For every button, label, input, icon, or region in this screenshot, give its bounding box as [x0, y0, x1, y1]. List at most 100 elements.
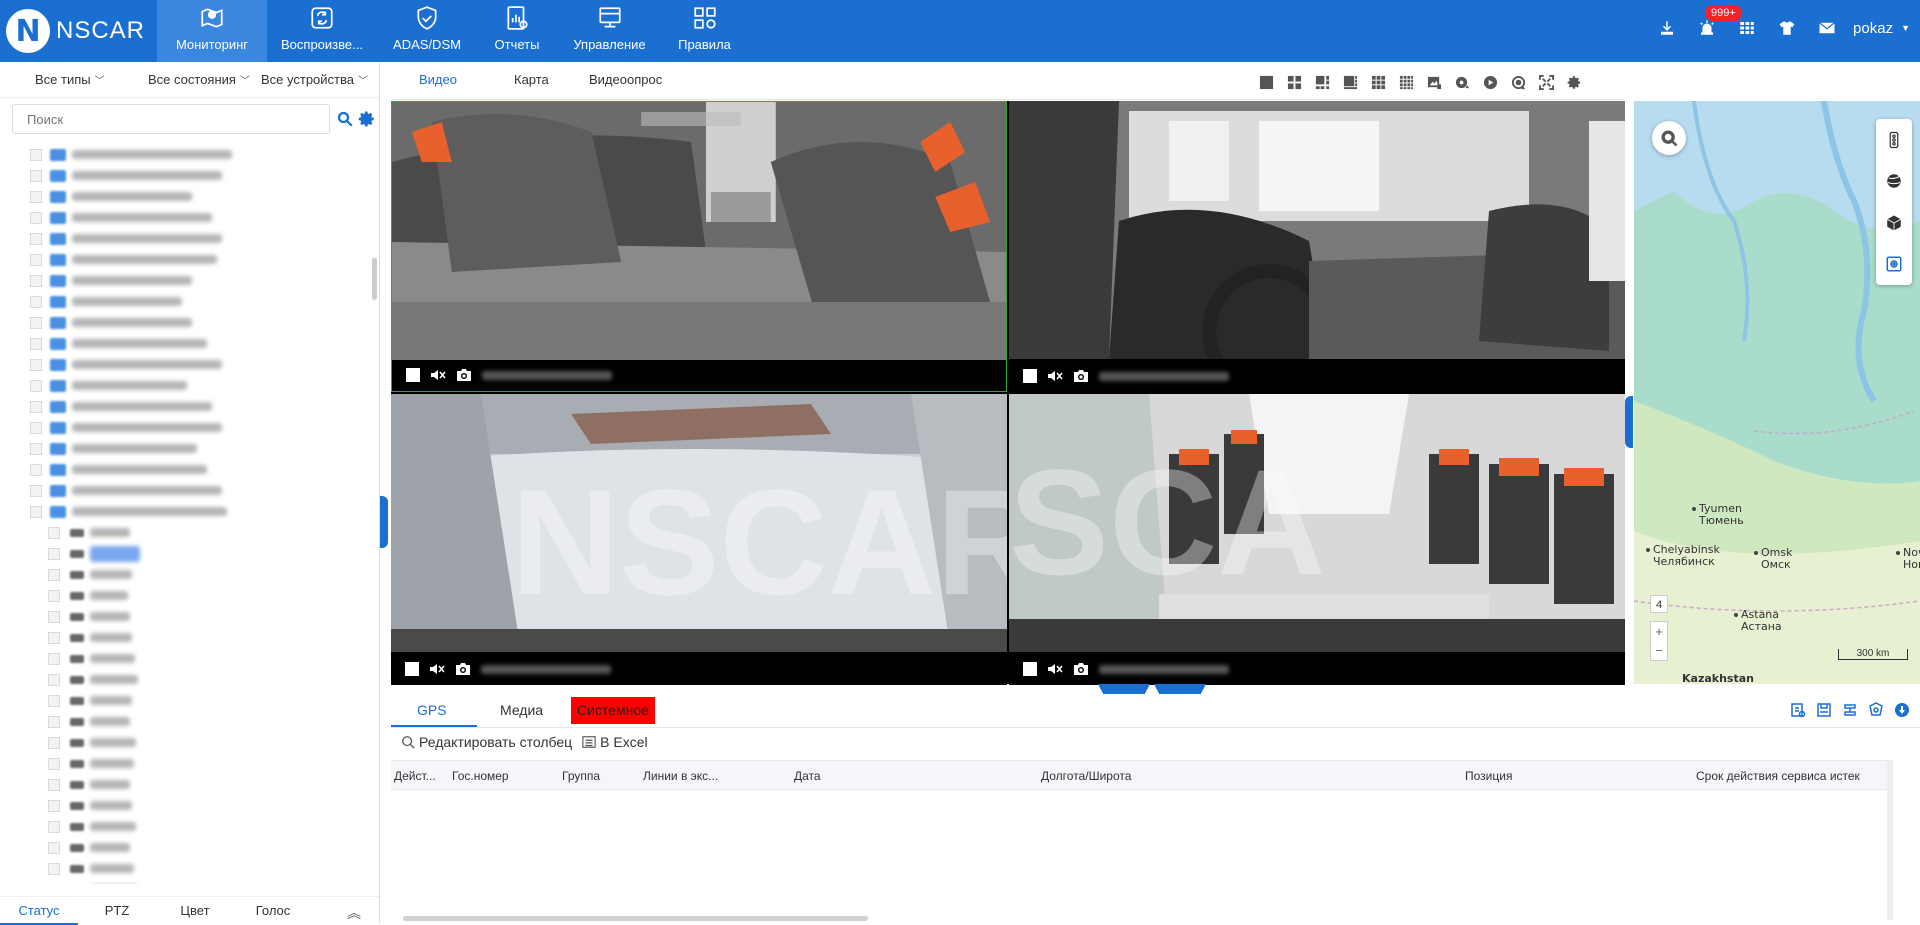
nav-adas[interactable]: ADAS/DSM — [377, 0, 477, 62]
tree-vehicle-row[interactable] — [0, 795, 372, 816]
camera-icon[interactable] — [455, 661, 471, 677]
camera-icon[interactable] — [1073, 368, 1089, 384]
theme-button[interactable] — [1767, 13, 1807, 43]
tree-group-row[interactable] — [0, 417, 372, 438]
tree-vehicle-row[interactable] — [0, 648, 372, 669]
route-icon[interactable] — [1842, 702, 1858, 718]
search-icon[interactable] — [336, 110, 354, 128]
save-icon[interactable] — [1816, 702, 1832, 718]
tab-video[interactable]: Видео — [419, 72, 457, 87]
column-header[interactable]: Дата — [794, 769, 821, 783]
tree-group-row[interactable] — [0, 312, 372, 333]
tab-color[interactable]: Цвет — [156, 897, 234, 925]
video-cell-1[interactable] — [391, 101, 1007, 392]
tree-scrollbar[interactable] — [372, 258, 377, 300]
tree-group-row[interactable] — [0, 333, 372, 354]
edit-columns-button[interactable]: Редактировать столбец — [401, 734, 572, 750]
map-search-button[interactable] — [1652, 121, 1686, 155]
tree-group-row[interactable] — [0, 375, 372, 396]
video-cell-3[interactable]: NSCAR — [391, 394, 1007, 685]
collapse-left-handle[interactable] — [380, 496, 388, 548]
mute-icon[interactable] — [429, 661, 445, 677]
tree-group-row[interactable] — [0, 501, 372, 522]
mail-button[interactable] — [1807, 13, 1847, 43]
table-horizontal-scrollbar[interactable] — [403, 916, 868, 921]
column-header[interactable]: Долгота/Широта — [1041, 769, 1131, 783]
tree-group-row[interactable] — [0, 165, 372, 186]
camera-icon[interactable] — [456, 367, 472, 383]
tab-video-poll[interactable]: Видеоопрос — [589, 72, 662, 87]
mute-icon[interactable] — [430, 367, 446, 383]
tree-vehicle-row[interactable] — [0, 543, 372, 564]
camera-icon[interactable] — [1073, 661, 1089, 677]
device-filter[interactable]: Все устройства ﹀ — [261, 72, 374, 87]
tree-vehicle-row[interactable] — [0, 732, 372, 753]
tree-vehicle-row[interactable] — [0, 711, 372, 732]
tree-vehicle-row[interactable] — [0, 753, 372, 774]
state-filter[interactable]: Все состояния ﹀ — [148, 72, 261, 87]
select-checkbox[interactable] — [1023, 662, 1037, 676]
nav-management[interactable]: Управление — [557, 0, 662, 62]
tab-map[interactable]: Карта — [514, 72, 549, 87]
tree-vehicle-row[interactable] — [0, 774, 372, 795]
stop-record-icon[interactable] — [1508, 72, 1528, 92]
globe-icon[interactable] — [1885, 172, 1903, 190]
column-header[interactable]: Позиция — [1465, 769, 1512, 783]
tree-group-row[interactable] — [0, 144, 372, 165]
zoom-in-button[interactable]: + — [1651, 622, 1667, 641]
mute-icon[interactable] — [1047, 661, 1063, 677]
download-button[interactable] — [1647, 13, 1687, 43]
export-excel-button[interactable]: В Excel — [582, 734, 648, 750]
tree-group-row[interactable] — [0, 438, 372, 459]
expand-up-button[interactable] — [1098, 684, 1150, 694]
select-checkbox[interactable] — [406, 368, 420, 382]
tab-gps[interactable]: GPS — [411, 697, 453, 724]
tree-vehicle-row[interactable] — [0, 606, 372, 627]
select-checkbox[interactable] — [1023, 369, 1037, 383]
zoom-out-button[interactable]: − — [1651, 641, 1667, 660]
tree-group-row[interactable] — [0, 480, 372, 501]
download-circle-icon[interactable] — [1894, 702, 1910, 718]
column-header[interactable]: Линии в экс... — [643, 769, 718, 783]
tree-group-row[interactable] — [0, 249, 372, 270]
collapse-down-button[interactable] — [1154, 684, 1206, 694]
tree-vehicle-row[interactable] — [0, 627, 372, 648]
column-header[interactable]: Гос.номер — [452, 769, 509, 783]
mute-icon[interactable] — [1047, 368, 1063, 384]
tree-group-row[interactable] — [0, 354, 372, 375]
tree-vehicle-row[interactable] — [0, 669, 372, 690]
tree-group-row[interactable] — [0, 186, 372, 207]
nav-playback[interactable]: Воспроизве... — [267, 0, 377, 62]
collapse-right-handle[interactable] — [1625, 396, 1633, 448]
tab-ptz[interactable]: PTZ — [78, 897, 156, 925]
nav-rules[interactable]: Правила — [662, 0, 747, 62]
layout-6-icon[interactable] — [1312, 72, 1332, 92]
select-checkbox[interactable] — [405, 662, 419, 676]
tree-vehicle-row[interactable] — [0, 690, 372, 711]
tree-group-row[interactable] — [0, 207, 372, 228]
video-cell-4[interactable]: SCA — [1009, 394, 1625, 685]
tree-vehicle-row[interactable] — [0, 585, 372, 606]
panel-split-handle[interactable] — [1098, 684, 1208, 694]
map-report-icon[interactable] — [1790, 702, 1806, 718]
tree-group-row[interactable] — [0, 459, 372, 480]
table-vertical-scrollbar[interactable] — [1887, 760, 1893, 920]
tree-vehicle-row[interactable] — [0, 816, 372, 837]
map-panel[interactable]: Tyumen Тюмень Chelyabinsk Челябинск Omsk… — [1634, 101, 1920, 684]
fullscreen-icon[interactable] — [1536, 72, 1556, 92]
user-menu[interactable]: pokaz ▼ — [1853, 20, 1910, 37]
tree-group-row[interactable] — [0, 291, 372, 312]
layout-8-icon[interactable] — [1340, 72, 1360, 92]
video-cell-2[interactable] — [1009, 101, 1625, 392]
layout-4-icon[interactable] — [1284, 72, 1304, 92]
nav-reports[interactable]: Отчеты — [477, 0, 557, 62]
type-filter[interactable]: Все типы ﹀ — [35, 72, 148, 87]
tree-vehicle-row[interactable] — [0, 837, 372, 858]
tree-group-row[interactable] — [0, 270, 372, 291]
double-chevron-up-icon[interactable]: ︽ — [347, 903, 361, 923]
play-icon[interactable] — [1480, 72, 1500, 92]
tab-system[interactable]: Системное — [571, 697, 655, 724]
locate-icon[interactable] — [1885, 255, 1903, 273]
traffic-light-icon[interactable] — [1885, 131, 1903, 149]
apps-button[interactable] — [1727, 13, 1767, 43]
